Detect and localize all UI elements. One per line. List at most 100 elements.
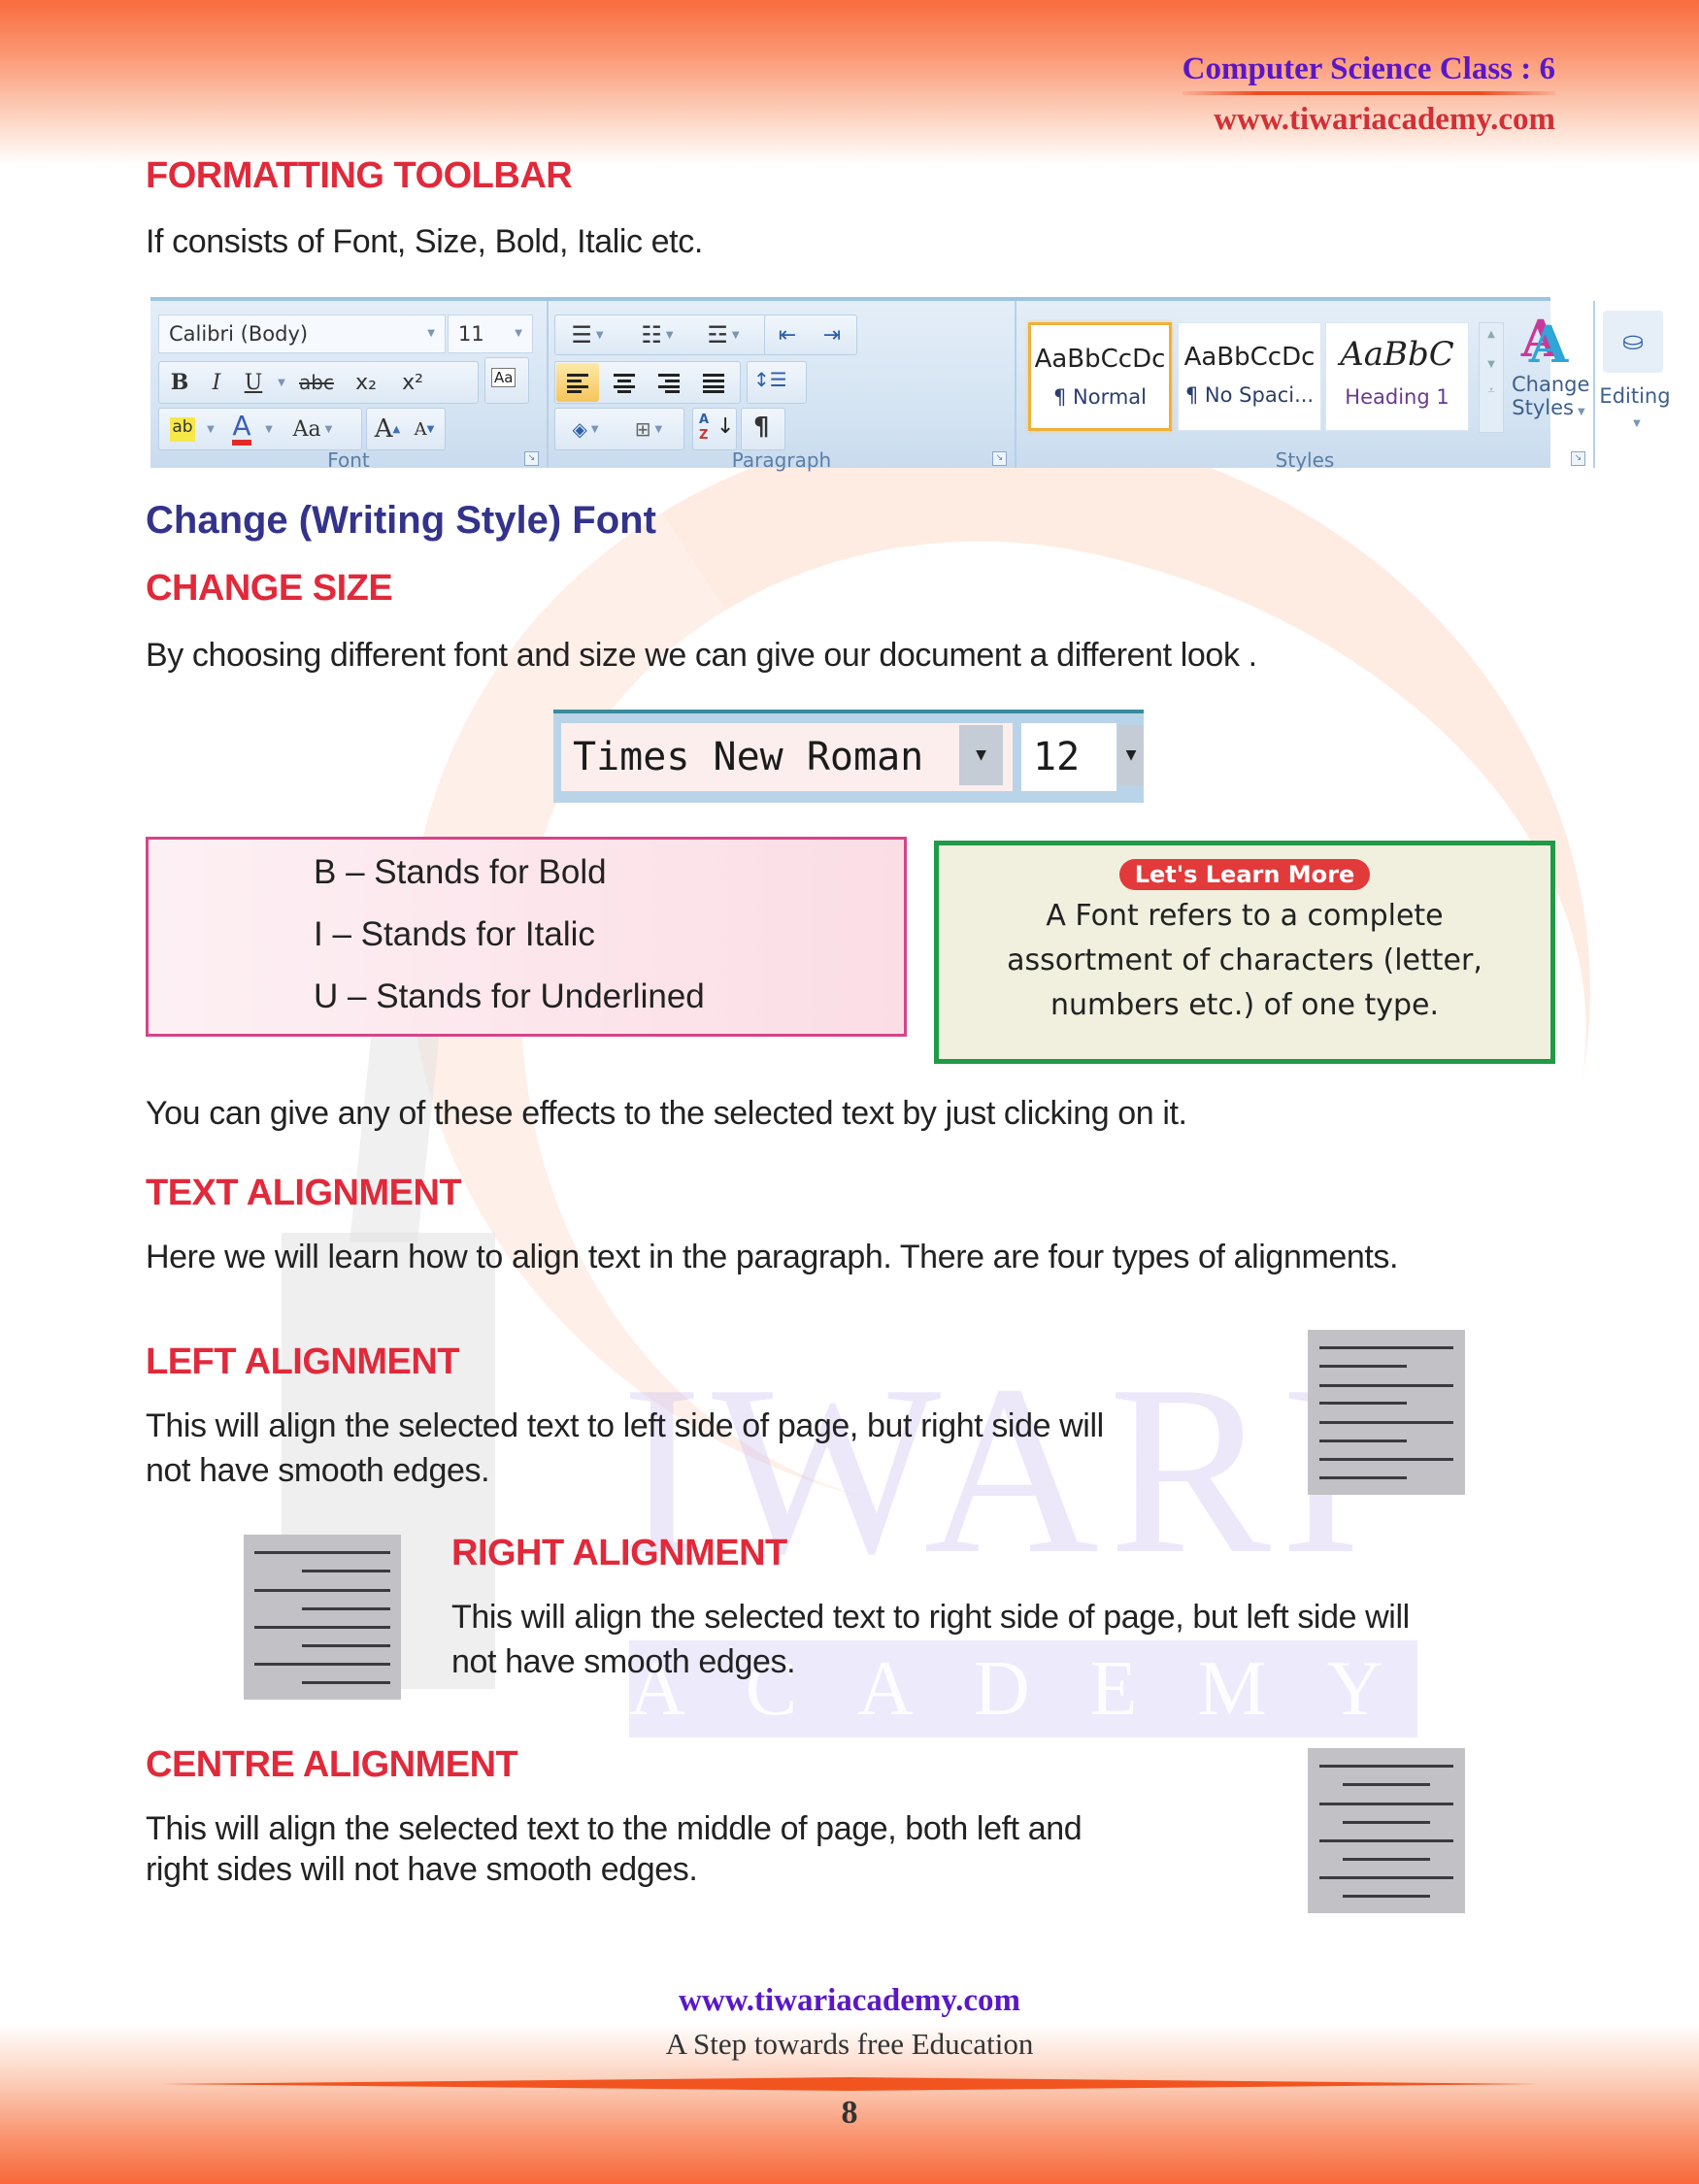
font-size-dropdown-button[interactable]: ▼ [1118, 725, 1144, 785]
underline-button[interactable]: U [236, 363, 271, 402]
formatting-ribbon: Calibri (Body) ▼ 11 ▼ B I U ▼ abc x₂ x² … [150, 297, 1671, 472]
format-meaning: Stands for Italic [360, 915, 595, 953]
chevron-down-icon: ▼ [976, 745, 986, 765]
ribbon-group-paragraph: ☰ ▼ ☷ ▼ ☲ ▼ ⇤ ⇥ ↕☰ ◈ ▼ ⊞ ▼ AZ ↓ ¶ Paragr… [549, 301, 1016, 472]
change-styles-button[interactable]: A Change Styles ▼ [1512, 315, 1589, 450]
chevron-down-icon: ▼ [665, 329, 674, 341]
editing-dropdown[interactable]: ▼ [1595, 412, 1675, 430]
align-right-button[interactable] [648, 363, 690, 402]
paint-bucket-icon: ◈ [572, 417, 587, 441]
paragraph-dialog-launcher[interactable]: ↘ [992, 451, 1007, 466]
superscript-button[interactable]: x² [391, 363, 434, 402]
borders-icon: ⊞ [634, 417, 651, 441]
heading-text-alignment: TEXT ALIGNMENT [146, 1173, 462, 1213]
style-tile-no-spacing[interactable]: AaBbCcDc ¶ No Spaci... [1178, 322, 1321, 431]
chevron-down-icon: ▼ [427, 328, 435, 339]
style-tile-normal[interactable]: AaBbCcDc ¶ Normal [1028, 322, 1172, 431]
heading-change-size: CHANGE SIZE [146, 568, 393, 609]
more-styles-icon[interactable]: ⩡ [1480, 383, 1503, 398]
left-alignment-line-1: This will align the selected text to lef… [146, 1407, 1104, 1444]
format-meaning: Stands for Bold [374, 853, 607, 891]
sort-az-icon: AZ [699, 413, 710, 443]
change-case-button[interactable]: Aa ▼ [283, 410, 343, 448]
decrease-indent-button[interactable]: ⇤ [766, 315, 809, 354]
italic-button[interactable]: I [199, 363, 234, 402]
change-styles-icon: A [1528, 315, 1569, 375]
heading-formatting-toolbar: FORMATTING TOOLBAR [146, 155, 573, 196]
ribbon-group-font: Calibri (Body) ▼ 11 ▼ B I U ▼ abc x₂ x² … [150, 301, 549, 472]
sort-button[interactable]: AZ ↓ [692, 408, 737, 450]
learn-more-badge: Let's Learn More [1118, 859, 1371, 890]
shading-button[interactable]: ◈ ▼ [558, 410, 613, 448]
grow-font-button[interactable]: A ▲ [370, 410, 405, 448]
header-site-url[interactable]: www.tiwariacademy.com [1183, 99, 1555, 140]
show-formatting-marks-button[interactable]: ¶ [741, 408, 785, 450]
scroll-down-icon[interactable]: ▼ [1480, 359, 1503, 370]
styles-gallery-scroll[interactable]: ▲ ▼ ⩡ [1479, 322, 1504, 433]
shrink-font-button[interactable]: A ▼ [407, 410, 442, 448]
multilevel-list-button[interactable]: ☲ ▼ [694, 315, 752, 354]
scroll-up-icon[interactable]: ▲ [1480, 329, 1503, 340]
align-right-icon [658, 374, 680, 393]
subject-class-label: Computer Science Class : 6 [1182, 51, 1555, 86]
subscript-button[interactable]: x₂ [345, 363, 387, 402]
style-name: Heading 1 [1345, 385, 1449, 409]
style-name: ¶ No Spaci... [1184, 383, 1315, 407]
page-number: 8 [841, 2095, 858, 2131]
bullets-button[interactable]: ☰ ▼ [558, 315, 616, 354]
header-divider [1182, 91, 1555, 95]
list-item: I – Stands for Italic [314, 915, 595, 953]
chevron-down-icon: ▼ [1125, 745, 1137, 765]
line-spacing-button[interactable]: ↕☰ [747, 361, 807, 404]
align-center-icon [614, 374, 635, 393]
styles-dialog-launcher[interactable]: ↘ [1571, 451, 1585, 466]
font-size-value: 11 [458, 322, 484, 346]
clear-formatting-button[interactable]: Aa [484, 357, 529, 404]
format-letter: B [314, 853, 337, 891]
list-item: U – Stands for Underlined [314, 977, 705, 1015]
justify-button[interactable] [692, 363, 735, 402]
increase-indent-button[interactable]: ⇥ [811, 315, 853, 354]
align-center-button[interactable] [603, 363, 646, 402]
font-dialog-launcher[interactable]: ↘ [524, 451, 539, 466]
heading-right-alignment: RIGHT ALIGNMENT [451, 1533, 787, 1573]
chevron-down-icon: ▼ [1633, 418, 1641, 429]
underline-dropdown[interactable]: ▼ [271, 363, 288, 402]
shrink-font-icon: A [414, 418, 427, 440]
font-group-label: Font [327, 448, 370, 472]
centre-alignment-line-2: right sides will not have smooth edges. [146, 1851, 698, 1888]
font-name-value: Calibri (Body) [169, 322, 309, 346]
format-letter: I [314, 915, 323, 953]
font-picker: Times New Roman ▼ 12 ▼ [553, 710, 1144, 803]
chevron-down-icon: ▼ [278, 377, 285, 388]
learn-more-line: A Font refers to a complete [1046, 899, 1444, 933]
font-size-combo[interactable]: 11 ▼ [448, 314, 533, 353]
font-name-combo[interactable]: Calibri (Body) ▼ [158, 314, 446, 353]
bold-button[interactable]: B [162, 363, 197, 402]
borders-button[interactable]: ⊞ ▼ [616, 410, 681, 448]
numbering-button[interactable]: ☷ ▼ [628, 315, 686, 354]
font-name-dropdown-button[interactable]: ▼ [959, 725, 1003, 785]
format-meaning: Stands for Underlined [376, 977, 705, 1015]
strikethrough-button[interactable]: abc [292, 363, 341, 402]
left-alignment-line-2: not have smooth edges. [146, 1452, 490, 1489]
right-alignment-line-1: This will align the selected text to rig… [451, 1599, 1410, 1636]
highlight-button[interactable]: ab [164, 410, 201, 448]
indent-icon: ⇥ [822, 322, 842, 347]
chevron-down-icon: ▼ [515, 328, 522, 339]
learn-more-box: Let's Learn More A Font refers to a comp… [934, 841, 1555, 1064]
change-case-icon: Aa [292, 416, 321, 442]
editing-button-label[interactable]: Editing [1595, 384, 1675, 408]
font-size-field[interactable]: 12 [1021, 723, 1116, 791]
style-tile-heading-1[interactable]: AaBbC Heading 1 [1325, 322, 1469, 431]
font-color-dropdown[interactable]: ▼ [259, 410, 275, 448]
align-left-button[interactable] [556, 363, 599, 402]
page-header: Computer Science Class : 6 www.tiwariaca… [1182, 49, 1555, 140]
left-align-icon [1308, 1330, 1465, 1495]
text-alignment-description: Here we will learn how to align text in … [146, 1239, 1399, 1275]
binoculars-icon[interactable]: ⛀ [1603, 311, 1663, 373]
footer-site-url[interactable]: www.tiwariacademy.com [0, 1983, 1699, 2019]
font-color-button[interactable]: A [224, 410, 259, 448]
font-name-field[interactable]: Times New Roman [561, 723, 1013, 791]
highlight-dropdown[interactable]: ▼ [201, 410, 217, 448]
